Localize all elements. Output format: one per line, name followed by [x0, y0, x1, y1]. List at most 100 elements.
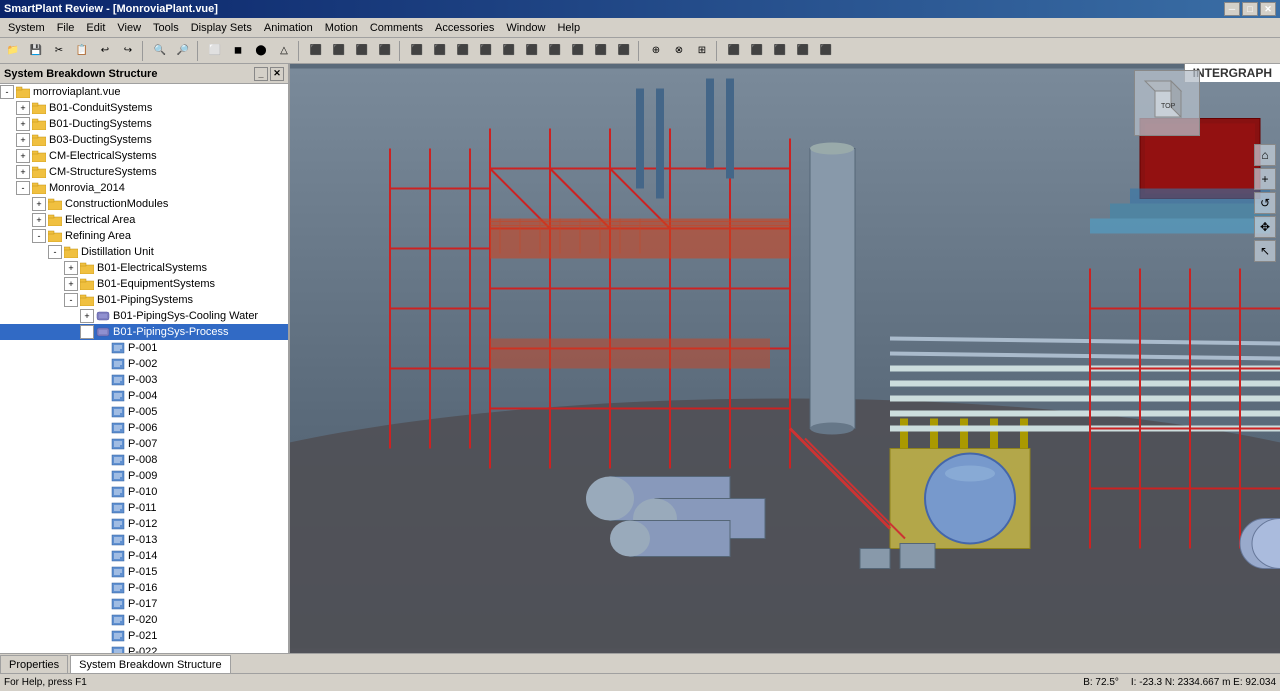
tree-expand-root[interactable]: -	[0, 85, 14, 99]
tree-node-p010[interactable]: P-010	[0, 484, 288, 500]
tree-node-p002[interactable]: P-002	[0, 356, 288, 372]
tree-node-p013[interactable]: P-013	[0, 532, 288, 548]
toolbar-button-23[interactable]: ⬛	[475, 40, 497, 62]
tree-node-p014[interactable]: P-014	[0, 548, 288, 564]
tree-node-root[interactable]: -morroviaplant.vue	[0, 84, 288, 100]
tree-node-p009[interactable]: P-009	[0, 468, 288, 484]
toolbar-button-5[interactable]: ↪	[117, 40, 139, 62]
toolbar-button-0[interactable]: 📁	[2, 40, 24, 62]
tree-node-p004[interactable]: P-004	[0, 388, 288, 404]
toolbar-button-26[interactable]: ⬛	[544, 40, 566, 62]
rotate-button[interactable]: ↺	[1254, 192, 1276, 214]
toolbar-button-24[interactable]: ⬛	[498, 40, 520, 62]
menu-item-accessories[interactable]: Accessories	[429, 20, 500, 36]
home-view-button[interactable]: ⌂	[1254, 144, 1276, 166]
toolbar-button-39[interactable]: ⬛	[815, 40, 837, 62]
toolbar-button-8[interactable]: 🔎	[172, 40, 194, 62]
toolbar-button-37[interactable]: ⬛	[769, 40, 791, 62]
tree-expand-b03ducting[interactable]: +	[16, 133, 30, 147]
toolbar-button-25[interactable]: ⬛	[521, 40, 543, 62]
tree-node-p022[interactable]: P-022	[0, 644, 288, 653]
toolbar-button-36[interactable]: ⬛	[746, 40, 768, 62]
tree-node-process[interactable]: -B01-PipingSys-Process	[0, 324, 288, 340]
tree-expand-monrovia2014[interactable]: -	[16, 181, 30, 195]
pan-button[interactable]: ✥	[1254, 216, 1276, 238]
tree-expand-b01equip[interactable]: +	[64, 277, 78, 291]
tree-node-monrovia2014[interactable]: -Monrovia_2014	[0, 180, 288, 196]
tree-expand-refining[interactable]: -	[32, 229, 46, 243]
tree-node-p005[interactable]: P-005	[0, 404, 288, 420]
tree-node-p006[interactable]: P-006	[0, 420, 288, 436]
menu-item-system[interactable]: System	[2, 20, 51, 36]
toolbar-button-12[interactable]: ⬤	[250, 40, 272, 62]
toolbar-button-15[interactable]: ⬛	[305, 40, 327, 62]
tree-expand-cm-electrical[interactable]: +	[16, 149, 30, 163]
menu-item-display-sets[interactable]: Display Sets	[185, 20, 258, 36]
menu-item-motion[interactable]: Motion	[319, 20, 364, 36]
toolbar-button-11[interactable]: ◼	[227, 40, 249, 62]
tree-node-p003[interactable]: P-003	[0, 372, 288, 388]
toolbar-button-4[interactable]: ↩	[94, 40, 116, 62]
tree-node-electrical[interactable]: +Electrical Area	[0, 212, 288, 228]
tree-node-p016[interactable]: P-016	[0, 580, 288, 596]
menu-item-tools[interactable]: Tools	[147, 20, 185, 36]
tree-expand-cooling[interactable]: +	[80, 309, 94, 323]
tree-node-p008[interactable]: P-008	[0, 452, 288, 468]
toolbar-button-28[interactable]: ⬛	[590, 40, 612, 62]
tree-node-b01equip[interactable]: +B01-EquipmentSystems	[0, 276, 288, 292]
toolbar-button-3[interactable]: 📋	[71, 40, 93, 62]
tree-node-distillation[interactable]: -Distillation Unit	[0, 244, 288, 260]
toolbar-button-21[interactable]: ⬛	[429, 40, 451, 62]
tree-expand-b01conduit[interactable]: +	[16, 101, 30, 115]
tree-node-p012[interactable]: P-012	[0, 516, 288, 532]
tree-expand-b01ducting[interactable]: +	[16, 117, 30, 131]
toolbar-button-13[interactable]: △	[273, 40, 295, 62]
tree-node-b01conduit[interactable]: +B01-ConduitSystems	[0, 100, 288, 116]
tab-system-breakdown[interactable]: System Breakdown Structure	[70, 655, 230, 673]
tree-expand-distillation[interactable]: -	[48, 245, 62, 259]
menu-item-window[interactable]: Window	[500, 20, 551, 36]
viewport-3d[interactable]: ALL PC World Free Apps on All PC World I…	[290, 64, 1280, 653]
tree-node-b01elec[interactable]: +B01-ElectricalSystems	[0, 260, 288, 276]
toolbar-button-29[interactable]: ⬛	[613, 40, 635, 62]
tree-container[interactable]: -morroviaplant.vue+B01-ConduitSystems +B0…	[0, 84, 288, 653]
tree-node-cm-electrical[interactable]: +CM-ElectricalSystems	[0, 148, 288, 164]
tree-node-p015[interactable]: P-015	[0, 564, 288, 580]
toolbar-button-20[interactable]: ⬛	[406, 40, 428, 62]
menu-item-edit[interactable]: Edit	[80, 20, 111, 36]
toolbar-button-32[interactable]: ⊗	[668, 40, 690, 62]
maximize-button[interactable]: □	[1242, 2, 1258, 16]
tree-node-p021[interactable]: P-021	[0, 628, 288, 644]
menu-item-animation[interactable]: Animation	[258, 20, 319, 36]
tree-node-b01piping[interactable]: -B01-PipingSystems	[0, 292, 288, 308]
panel-close-button[interactable]: ✕	[270, 67, 284, 81]
tree-node-b03ducting[interactable]: +B03-DuctingSystems	[0, 132, 288, 148]
panel-float-button[interactable]: _	[254, 67, 268, 81]
toolbar-button-31[interactable]: ⊕	[645, 40, 667, 62]
close-button[interactable]: ✕	[1260, 2, 1276, 16]
tree-expand-process[interactable]: -	[80, 325, 94, 339]
menu-item-comments[interactable]: Comments	[364, 20, 429, 36]
tree-node-refining[interactable]: -Refining Area	[0, 228, 288, 244]
toolbar-button-16[interactable]: ⬛	[328, 40, 350, 62]
tree-node-construction[interactable]: +ConstructionModules	[0, 196, 288, 212]
toolbar-button-27[interactable]: ⬛	[567, 40, 589, 62]
toolbar-button-7[interactable]: 🔍	[149, 40, 171, 62]
toolbar-button-38[interactable]: ⬛	[792, 40, 814, 62]
toolbar-button-22[interactable]: ⬛	[452, 40, 474, 62]
tree-node-p011[interactable]: P-011	[0, 500, 288, 516]
tree-node-cooling[interactable]: +B01-PipingSys-Cooling Water	[0, 308, 288, 324]
toolbar-button-2[interactable]: ✂	[48, 40, 70, 62]
toolbar-button-33[interactable]: ⊞	[691, 40, 713, 62]
tree-expand-b01elec[interactable]: +	[64, 261, 78, 275]
tree-expand-construction[interactable]: +	[32, 197, 46, 211]
tree-expand-cm-structure[interactable]: +	[16, 165, 30, 179]
minimize-button[interactable]: ─	[1224, 2, 1240, 16]
tree-node-p007[interactable]: P-007	[0, 436, 288, 452]
cursor-button[interactable]: ↖	[1254, 240, 1276, 262]
tree-expand-b01piping[interactable]: -	[64, 293, 78, 307]
toolbar-button-17[interactable]: ⬛	[351, 40, 373, 62]
menu-item-help[interactable]: Help	[551, 20, 586, 36]
toolbar-button-10[interactable]: ⬜	[204, 40, 226, 62]
tree-node-cm-structure[interactable]: +CM-StructureSystems	[0, 164, 288, 180]
